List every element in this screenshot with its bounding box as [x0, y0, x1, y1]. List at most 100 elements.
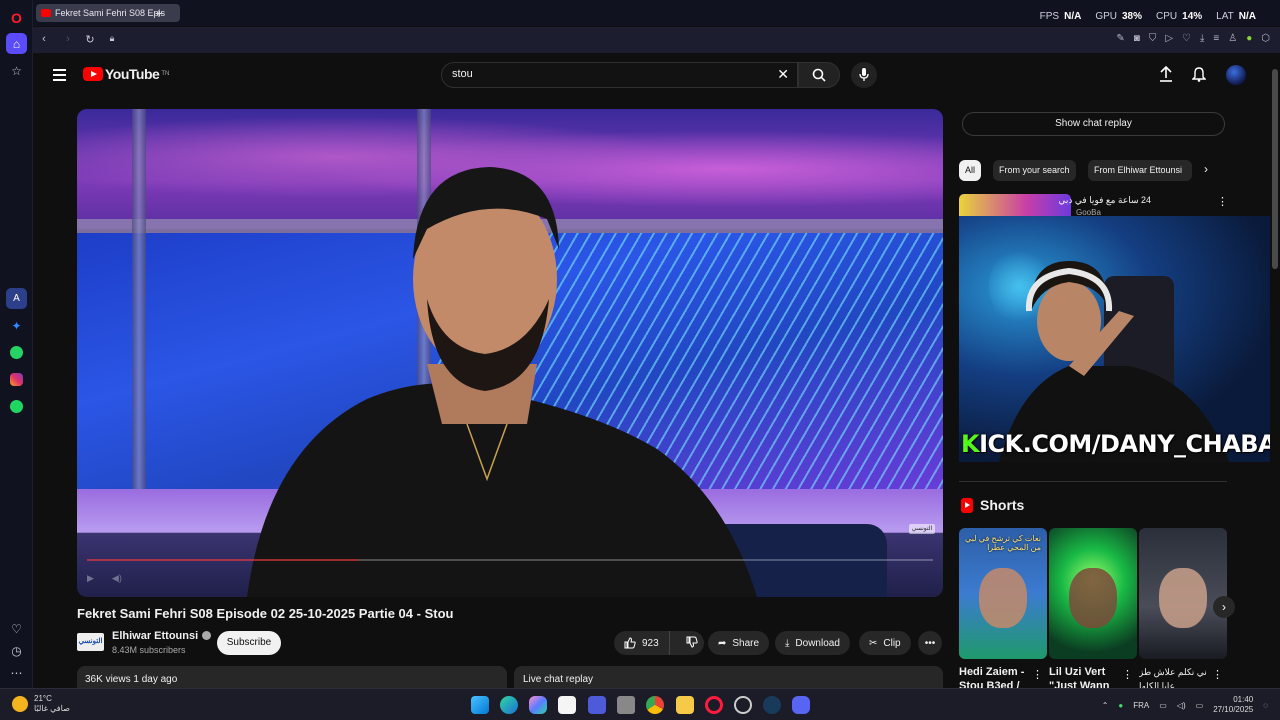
volume-icon[interactable]: ◁) [1177, 701, 1186, 710]
clock[interactable]: 01:40 27/10/2025 [1213, 695, 1253, 715]
back-icon[interactable]: ‹ [37, 33, 51, 45]
views-and-date: 36K views 1 day ago [85, 674, 178, 685]
edit-icon[interactable]: ✎ [1116, 33, 1124, 44]
more-vertical-icon[interactable]: ⋮ [1212, 668, 1223, 681]
notifications-icon[interactable]: ◌ [1263, 701, 1268, 710]
forward-icon[interactable]: › [61, 33, 75, 45]
bookmarks-star-icon[interactable]: ☆ [6, 60, 27, 81]
battery-icon[interactable]: ▭ [1196, 701, 1204, 710]
menu-lines-icon[interactable]: ≡ [1213, 33, 1219, 44]
short-title[interactable]: Hedi Zaiem - Stou B3ed / [959, 665, 1029, 688]
messenger-icon[interactable]: ✦ [6, 315, 27, 336]
page-scrollbar[interactable] [1270, 55, 1280, 688]
windows-start-icon[interactable] [471, 696, 489, 714]
subscribe-button[interactable]: Subscribe [217, 631, 281, 655]
menu-icon[interactable] [53, 69, 66, 81]
spotify-icon[interactable] [6, 396, 27, 417]
like-button[interactable]: 923 [614, 631, 670, 655]
chip-from-channel[interactable]: From Elhiwar Ettounsi [1088, 160, 1192, 181]
home-icon[interactable]: ⌂ [6, 33, 27, 54]
download-icon[interactable]: ⤓ [1200, 33, 1204, 44]
steam-icon[interactable] [763, 696, 781, 714]
video-progress-bar[interactable] [87, 559, 933, 561]
short-thumbnail-3[interactable] [1139, 528, 1227, 659]
clip-button[interactable]: ✂ Clip [859, 631, 911, 655]
reload-icon[interactable]: ↻ [83, 33, 97, 46]
search-button[interactable] [798, 62, 840, 88]
search-input[interactable] [452, 68, 752, 80]
language-indicator[interactable]: FRA [1133, 701, 1149, 710]
edge-icon[interactable] [500, 696, 518, 714]
more-dots-icon[interactable]: ⋯ [6, 662, 27, 683]
short-title[interactable]: Lil Uzi Vert "Just Wann [1049, 665, 1119, 688]
microphone-icon [859, 68, 869, 81]
video-player[interactable]: التونسي ▶ ◀) [77, 109, 943, 597]
voice-search-button[interactable] [851, 62, 877, 88]
extension-green-icon[interactable]: ● [1246, 33, 1252, 44]
chevron-right-icon[interactable]: › [1204, 162, 1208, 176]
player-controls: ▶ ◀) [87, 569, 933, 587]
opera-gx-icon[interactable] [705, 696, 723, 714]
copilot-icon[interactable] [529, 696, 547, 714]
youtube-play-logo-icon [83, 67, 103, 81]
more-actions-button[interactable]: ••• [918, 631, 942, 655]
camera-icon[interactable]: ◙ [1134, 33, 1140, 44]
divider [959, 481, 1227, 482]
download-button[interactable]: ⤓ Download [775, 631, 850, 655]
short-thumbnail-2[interactable] [1049, 528, 1137, 659]
microphone-icon[interactable]: ● [1118, 701, 1123, 710]
video-person [247, 167, 757, 597]
lock-icon: 🔒︎ [109, 33, 115, 43]
short-title[interactable]: ني نكلم علاش طز عايا الكلها [1139, 665, 1209, 688]
chip-from-your-search[interactable]: From your search [993, 160, 1076, 181]
share-button[interactable]: ➦ Share [708, 631, 770, 655]
weather-widget[interactable]: 21°C صافي غالبًا [12, 694, 70, 714]
whatsapp-icon[interactable] [6, 342, 27, 363]
shield-icon[interactable]: ⛉ [1149, 33, 1157, 44]
dislike-button[interactable] [676, 636, 708, 651]
store-icon[interactable] [558, 696, 576, 714]
verified-icon [202, 631, 212, 640]
channel-avatar[interactable]: التونسي [77, 633, 104, 651]
like-dislike-group: 923 [614, 631, 704, 655]
network-icon[interactable]: ▭ [1159, 701, 1167, 710]
short-thumbnail-1[interactable]: نعات كي ترشح في لبي من المحي عطرا [959, 528, 1047, 659]
instagram-icon[interactable] [6, 369, 27, 390]
account-avatar[interactable] [1226, 65, 1246, 85]
file-explorer-icon[interactable] [676, 696, 694, 714]
create-button[interactable] [1159, 65, 1173, 87]
heart-icon[interactable]: ♡ [6, 618, 27, 639]
cube-icon[interactable]: ⬡ [1261, 33, 1270, 44]
youtube-logo[interactable]: YouTube TN [83, 66, 169, 82]
channel-name[interactable]: Elhiwar Ettounsi [112, 630, 212, 642]
profile-icon[interactable]: ♙ [1228, 33, 1237, 44]
more-vertical-icon[interactable]: ⋮ [1217, 195, 1228, 208]
app-blue-icon[interactable] [588, 696, 606, 714]
more-vertical-icon[interactable]: ⋮ [1122, 668, 1133, 681]
new-tab-button[interactable]: + [151, 5, 167, 21]
heart-outline-icon[interactable]: ♡ [1182, 33, 1191, 44]
more-vertical-icon[interactable]: ⋮ [1032, 668, 1043, 681]
shorts-next-button[interactable]: › [1213, 596, 1235, 618]
volume-icon[interactable]: ◀) [112, 573, 122, 584]
play-icon[interactable]: ▷ [1165, 33, 1173, 44]
chrome-icon[interactable] [646, 696, 664, 714]
discord-icon[interactable] [792, 696, 810, 714]
notifications-button[interactable] [1191, 66, 1207, 87]
channel-watermark: التونسي [909, 524, 935, 534]
aria-ai-icon[interactable]: A [6, 288, 27, 309]
show-chat-replay-button[interactable]: Show chat replay [962, 112, 1225, 136]
clear-search-icon[interactable]: ✕ [777, 66, 789, 83]
play-icon[interactable]: ▶ [87, 573, 94, 584]
recommended-title[interactable]: 24 ساعة مع فويا في دبي [1058, 195, 1151, 206]
chip-all[interactable]: All [959, 160, 982, 181]
history-icon[interactable]: ◷ [6, 640, 27, 661]
share-arrow-icon: ➦ [718, 637, 727, 649]
search-box[interactable]: ✕ [441, 62, 798, 88]
recommended-thumbnail[interactable] [959, 194, 1071, 218]
opera-logo-icon[interactable]: O [6, 7, 27, 28]
short-caption: نعات كي ترشح في لبي من المحي عطرا [965, 534, 1041, 552]
app-hexagon-icon[interactable] [617, 696, 635, 714]
app-circle-icon[interactable] [734, 696, 752, 714]
chevron-up-icon[interactable]: ⌃ [1102, 701, 1109, 710]
